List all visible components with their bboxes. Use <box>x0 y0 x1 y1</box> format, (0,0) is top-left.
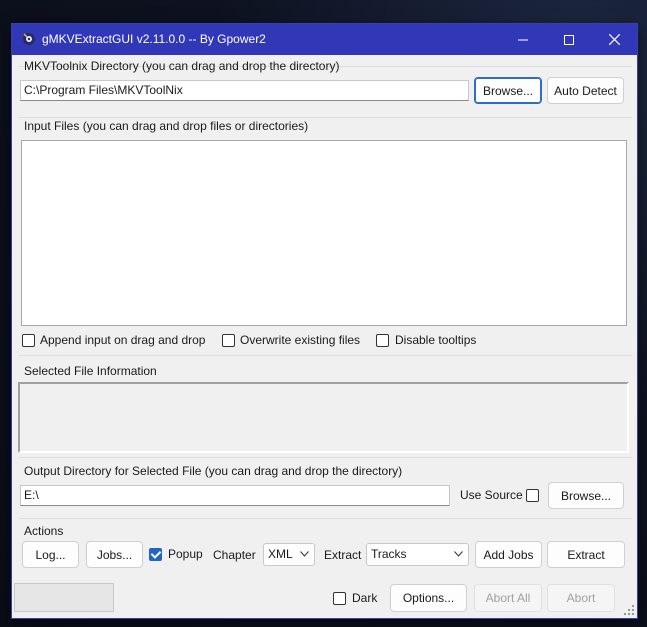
add-jobs-button[interactable]: Add Jobs <box>475 541 542 568</box>
mkvtoolnix-label: MKVToolnix Directory (you can drag and d… <box>24 59 340 73</box>
minimize-button[interactable] <box>500 24 546 55</box>
abort-button[interactable]: Abort <box>547 584 615 612</box>
output-browse-button[interactable]: Browse... <box>548 482 624 509</box>
title-bar[interactable]: gMKVExtractGUI v2.11.0.0 -- By Gpower2 <box>12 24 637 55</box>
append-input-checkbox[interactable] <box>22 334 35 347</box>
output-dir-group <box>19 457 632 458</box>
close-icon <box>608 34 620 45</box>
maximize-button[interactable] <box>546 24 592 55</box>
overwrite-files-checkbox[interactable] <box>222 334 235 347</box>
chapter-label: Chapter <box>213 548 256 562</box>
popup-checkbox[interactable] <box>149 548 162 561</box>
auto-detect-button[interactable]: Auto Detect <box>547 77 624 104</box>
popup-label[interactable]: Popup <box>168 547 203 561</box>
use-source-checkbox[interactable] <box>526 489 539 502</box>
extract-select-value: Tracks <box>371 547 407 561</box>
mkvtoolnix-path-input[interactable]: C:\Program Files\MKVToolNix <box>20 80 469 101</box>
use-source-label[interactable]: Use Source <box>460 488 523 502</box>
input-files-group <box>19 117 632 118</box>
chevron-down-icon <box>300 551 309 557</box>
chevron-down-icon <box>454 551 463 557</box>
maximize-icon <box>564 34 574 45</box>
input-files-list[interactable] <box>21 140 627 326</box>
dark-mode-checkbox[interactable] <box>333 592 346 605</box>
progress-box <box>14 583 114 612</box>
app-icon <box>23 33 35 45</box>
minimize-icon <box>518 39 528 40</box>
selected-file-info-box[interactable] <box>18 382 629 453</box>
disable-tooltips-checkbox[interactable] <box>376 334 389 347</box>
extract-label: Extract <box>324 548 362 562</box>
output-path-input[interactable]: E:\ <box>20 485 450 506</box>
close-button[interactable] <box>591 24 637 55</box>
abort-all-button[interactable]: Abort All <box>474 584 542 612</box>
log-button[interactable]: Log... <box>22 541 79 568</box>
chapter-select[interactable]: XML <box>263 543 315 566</box>
overwrite-files-label[interactable]: Overwrite existing files <box>240 333 360 347</box>
extract-button[interactable]: Extract <box>547 541 625 568</box>
selected-file-group <box>19 355 632 356</box>
input-files-label: Input Files (you can drag and drop files… <box>24 119 309 133</box>
chapter-select-value: XML <box>268 547 293 561</box>
output-dir-label: Output Directory for Selected File (you … <box>24 464 403 478</box>
options-button[interactable]: Options... <box>390 584 467 612</box>
extract-select[interactable]: Tracks <box>366 543 469 566</box>
actions-group <box>19 518 632 519</box>
disable-tooltips-label[interactable]: Disable tooltips <box>395 333 476 347</box>
window-title: gMKVExtractGUI v2.11.0.0 -- By Gpower2 <box>42 32 266 46</box>
selected-file-label: Selected File Information <box>24 364 157 378</box>
jobs-button[interactable]: Jobs... <box>86 541 143 568</box>
actions-label: Actions <box>24 524 64 538</box>
resize-grip-icon[interactable] <box>624 605 635 616</box>
dark-mode-label[interactable]: Dark <box>352 591 377 605</box>
mkvtoolnix-browse-button[interactable]: Browse... <box>474 77 542 104</box>
main-window: gMKVExtractGUI v2.11.0.0 -- By Gpower2 M… <box>12 24 637 618</box>
append-input-label[interactable]: Append input on drag and drop <box>40 333 205 347</box>
